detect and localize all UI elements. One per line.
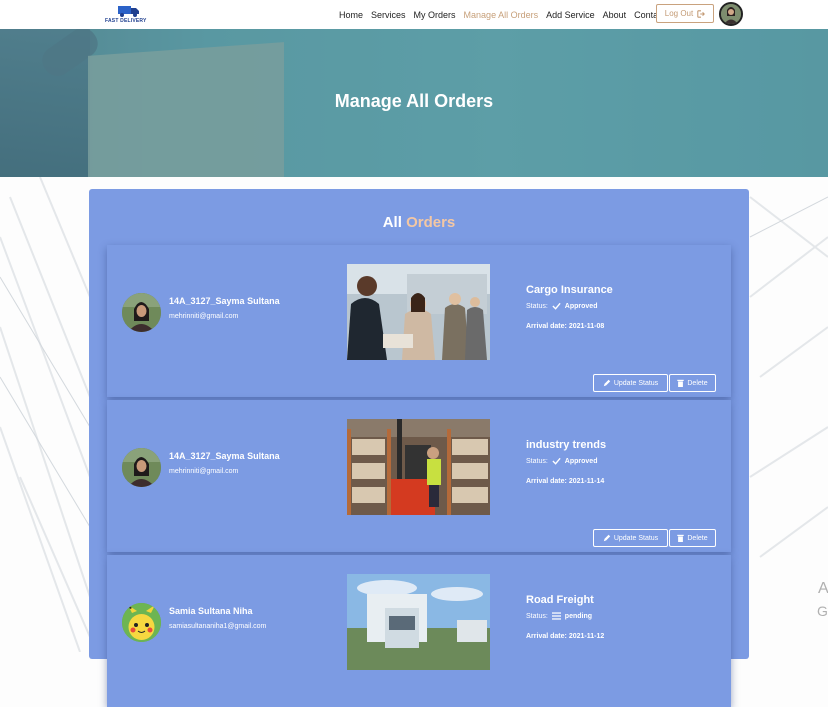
customer-photo bbox=[122, 448, 161, 487]
business-people-image bbox=[347, 264, 490, 360]
brand-name: FAST DELIVERY bbox=[105, 18, 147, 24]
delete-label: Delete bbox=[687, 534, 708, 542]
customer-avatar bbox=[122, 293, 161, 332]
nav-link-add-service[interactable]: Add Service bbox=[546, 10, 595, 20]
customer-avatar bbox=[122, 448, 161, 487]
update-status-button[interactable]: Update Status bbox=[593, 529, 668, 547]
delete-label: Delete bbox=[687, 379, 708, 387]
navbar: FAST DELIVERY Home Services My Orders Ma… bbox=[0, 0, 828, 29]
customer-email: mehrinniti@gmail.com bbox=[169, 468, 239, 475]
status-label: Status: bbox=[526, 612, 548, 620]
update-status-label: Update Status bbox=[613, 534, 659, 542]
order-card: 14A_3127_Sayma Sultana mehrinniti@gmail.… bbox=[107, 400, 731, 552]
list-icon bbox=[551, 612, 561, 620]
customer-photo bbox=[122, 293, 161, 332]
service-name: Cargo Insurance bbox=[526, 284, 613, 296]
order-card: Samia Sultana Niha samiasultananiha1@gma… bbox=[107, 555, 731, 707]
customer-email: samiasultananiha1@gmail.com bbox=[169, 623, 267, 630]
logout-label: Log Out bbox=[664, 9, 694, 18]
service-name: industry trends bbox=[526, 439, 607, 451]
nav-link-services[interactable]: Services bbox=[371, 10, 406, 20]
trash-icon bbox=[677, 534, 685, 542]
status-label: Status: bbox=[526, 457, 548, 465]
logout-button[interactable]: Log Out bbox=[656, 4, 714, 23]
delete-button[interactable]: Delete bbox=[669, 374, 716, 392]
service-image bbox=[347, 419, 490, 515]
warehouse-forklift-image bbox=[347, 419, 490, 515]
user-avatar[interactable] bbox=[719, 2, 743, 26]
arrival-date-value: 2021-11-14 bbox=[568, 478, 605, 485]
customer-name: 14A_3127_Sayma Sultana bbox=[169, 296, 280, 306]
pencil-icon bbox=[603, 379, 611, 387]
brand-logo[interactable]: FAST DELIVERY bbox=[102, 4, 160, 26]
arrival-date: Arrival date: 2021-11-12 bbox=[526, 633, 604, 640]
arrival-date-value: 2021-11-12 bbox=[568, 633, 605, 640]
customer-name: 14A_3127_Sayma Sultana bbox=[169, 451, 280, 461]
status-value: pending bbox=[564, 612, 593, 620]
hero-banner: Manage All Orders bbox=[0, 29, 828, 177]
arrival-date: Arrival date: 2021-11-14 bbox=[526, 478, 604, 485]
check-icon bbox=[552, 457, 561, 465]
service-image bbox=[347, 264, 490, 360]
order-status: Status: Approved bbox=[526, 302, 597, 310]
arrival-date-label: Arrival date: bbox=[526, 633, 567, 640]
truck-road-image bbox=[347, 574, 490, 670]
sign-out-icon bbox=[697, 9, 706, 18]
check-icon bbox=[552, 302, 561, 310]
customer-email: mehrinniti@gmail.com bbox=[169, 313, 239, 320]
pencil-icon bbox=[603, 534, 611, 542]
status-value: Approved bbox=[564, 302, 598, 310]
order-card: 14A_3127_Sayma Sultana mehrinniti@gmail.… bbox=[107, 245, 731, 397]
nav-link-my-orders[interactable]: My Orders bbox=[414, 10, 456, 20]
order-status: Status: pending bbox=[526, 612, 592, 620]
update-status-button[interactable]: Update Status bbox=[593, 374, 668, 392]
side-text-2: G bbox=[817, 603, 828, 619]
service-image bbox=[347, 574, 490, 670]
main-nav: Home Services My Orders Manage All Order… bbox=[339, 0, 673, 29]
orders-title-main: All bbox=[382, 214, 402, 231]
customer-photo bbox=[122, 603, 161, 642]
truck-icon bbox=[118, 6, 139, 17]
nav-link-manage-all-orders[interactable]: Manage All Orders bbox=[464, 10, 539, 20]
status-label: Status: bbox=[526, 302, 548, 310]
service-name: Road Freight bbox=[526, 594, 594, 606]
customer-name: Samia Sultana Niha bbox=[169, 606, 253, 616]
orders-title-accent: Orders bbox=[406, 214, 456, 231]
orders-title: All Orders bbox=[89, 214, 749, 231]
orders-panel: All Orders 14A_3127_Sayma Sultana mehrin… bbox=[89, 189, 749, 707]
nav-link-home[interactable]: Home bbox=[339, 10, 363, 20]
order-status: Status: Approved bbox=[526, 457, 597, 465]
page-title: Manage All Orders bbox=[334, 91, 494, 111]
delete-button[interactable]: Delete bbox=[669, 529, 716, 547]
nav-link-about[interactable]: About bbox=[603, 10, 627, 20]
trash-icon bbox=[677, 379, 685, 387]
arrival-date: Arrival date: 2021-11-08 bbox=[526, 323, 604, 330]
update-status-label: Update Status bbox=[613, 379, 659, 387]
customer-avatar bbox=[122, 603, 161, 642]
arrival-date-label: Arrival date: bbox=[526, 478, 567, 485]
user-photo bbox=[721, 4, 741, 24]
side-text-1: A bbox=[818, 580, 828, 597]
arrival-date-value: 2021-11-08 bbox=[568, 323, 605, 330]
arrival-date-label: Arrival date: bbox=[526, 323, 567, 330]
status-value: Approved bbox=[564, 457, 598, 465]
